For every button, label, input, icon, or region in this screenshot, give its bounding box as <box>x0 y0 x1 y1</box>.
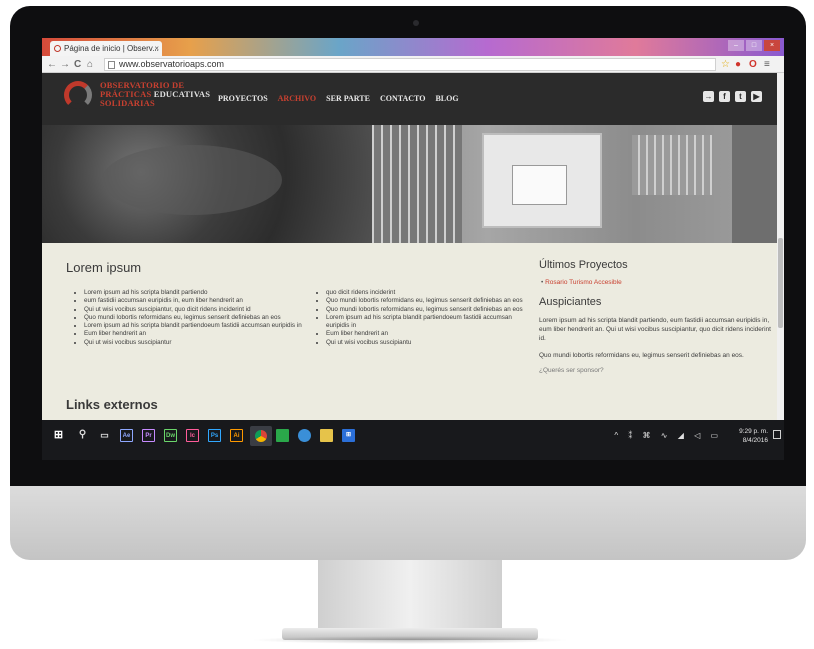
home-button[interactable]: ⌂ <box>87 57 93 72</box>
stage: Página de inicio | Observ... × – □ × ← →… <box>0 0 814 649</box>
system-tray[interactable]: ^ ⁑ ⌘ ∿ ◢ ◁ ▭ <box>614 431 722 440</box>
notifications-icon[interactable] <box>773 430 781 439</box>
minimize-button[interactable]: – <box>728 40 744 51</box>
close-window-button[interactable]: × <box>764 40 780 51</box>
content-list-right: quo dicit ridens inciderint Quo mundi lo… <box>318 289 530 347</box>
webcam <box>413 20 419 26</box>
list-item: Qui ut wisi vocibus suscipiantur, quo di… <box>84 306 304 314</box>
logo-icon[interactable] <box>64 81 92 109</box>
tab-title: Página de inicio | Observ... <box>64 44 159 53</box>
opera-icon[interactable]: O <box>749 58 757 71</box>
login-icon[interactable]: → <box>703 91 714 102</box>
reload-button[interactable]: C <box>74 57 81 72</box>
url-text: www.observatorioaps.com <box>119 59 225 69</box>
photoshop-icon[interactable]: Ps <box>208 429 221 442</box>
site-header: OBSERVATORIO DE PRÁCTICAS EDUCATIVAS SOL… <box>42 73 784 125</box>
projects-heading: Últimos Proyectos <box>539 259 628 271</box>
list-item: Quo mundi lobortis reformidans eu, legim… <box>84 314 304 322</box>
after-effects-icon[interactable]: Ae <box>120 429 133 442</box>
list-item: Eum liber hendrerit an <box>326 330 530 338</box>
browser-tab-strip: Página de inicio | Observ... × – □ × <box>42 38 784 56</box>
project-link[interactable]: Rosario Turismo Accesible <box>541 279 775 286</box>
premiere-icon[interactable]: Pr <box>142 429 155 442</box>
page-icon <box>108 61 115 69</box>
tab-close-icon[interactable]: × <box>154 41 159 56</box>
incopy-icon[interactable]: Ic <box>186 429 199 442</box>
main-content: Lorem ipsum Lorem ipsum ad his scripta b… <box>42 243 777 420</box>
extension-icon[interactable]: ● <box>735 58 741 71</box>
clock-date: 8/4/2016 <box>742 437 768 444</box>
facebook-icon[interactable]: f <box>719 91 730 102</box>
list-item: Lorem ipsum ad his scripta blandit parti… <box>84 289 304 297</box>
list-item: eum fastidii accumsan euripidis in, eum … <box>84 297 304 305</box>
youtube-icon[interactable]: ▶ <box>751 91 762 102</box>
sponsors-heading: Auspiciantes <box>539 296 602 308</box>
list-item: Eum liber hendrerit an <box>84 330 304 338</box>
monitor-chin <box>10 486 806 560</box>
back-button[interactable]: ← <box>47 57 57 72</box>
sidebar: Últimos Proyectos Rosario Turismo Accesi… <box>539 259 775 374</box>
logo-line-2b: EDUCATIVAS <box>153 89 211 99</box>
favicon-icon <box>54 45 61 52</box>
main-nav: PROYECTOS ARCHIVO SER PARTE CONTACTO BLO… <box>218 94 459 103</box>
hero-parking <box>632 135 712 195</box>
app-icon[interactable] <box>298 429 311 442</box>
list-item: Lorem ipsum ad his scripta blandit parti… <box>84 322 304 330</box>
social-links: → f t ▶ <box>703 91 762 102</box>
maximize-button[interactable]: □ <box>746 40 762 51</box>
chrome-active-slot[interactable] <box>250 426 272 446</box>
hero-tracks <box>372 125 462 243</box>
sponsors-text-1: Lorem ipsum ad his scripta blandit parti… <box>539 317 771 342</box>
page-scrollbar[interactable] <box>777 73 784 460</box>
chrome-icon <box>255 430 267 442</box>
links-heading: Links externos <box>66 397 158 412</box>
sponsor-link[interactable]: ¿Querés ser sponsor? <box>539 367 775 374</box>
logo-line-3: SOLIDARIAS <box>100 98 155 108</box>
list-item: Qui ut wisi vocibus suscipiantu <box>326 339 530 347</box>
nav-contacto[interactable]: CONTACTO <box>380 94 426 103</box>
list-item: Qui ut wisi vocibus suscipiantur <box>84 339 304 347</box>
windows-taskbar: ⊞ ⚲ ▭ Ae Pr Dw Ic Ps Ai ⊞ ^ ⁑ ⌘ ∿ ◢ ◁ ▭ … <box>42 420 784 460</box>
list-item: Quo mundi lobortis reformidans eu, legim… <box>326 306 530 314</box>
dreamweaver-icon[interactable]: Dw <box>164 429 177 442</box>
sponsors-text-2: Quo mundi lobortis reformidans eu, legim… <box>539 352 744 359</box>
nav-blog[interactable]: BLOG <box>435 94 458 103</box>
file-explorer-icon[interactable] <box>320 429 333 442</box>
illustrator-icon[interactable]: Ai <box>230 429 243 442</box>
hero-field-patch <box>102 145 282 215</box>
site-logo-text[interactable]: OBSERVATORIO DE PRÁCTICAS EDUCATIVAS SOL… <box>100 81 210 108</box>
hero-aerial-image <box>42 125 784 243</box>
app-icon[interactable] <box>276 429 289 442</box>
hero-roof <box>512 165 567 205</box>
task-view-icon[interactable]: ▭ <box>98 429 111 442</box>
browser-toolbar: ← → C ⌂ www.observatorioaps.com ☆ ● O ≡ <box>42 56 784 73</box>
stand-shadow <box>250 636 570 644</box>
bookmark-star-icon[interactable]: ☆ <box>721 58 730 71</box>
nav-proyectos[interactable]: PROYECTOS <box>218 94 268 103</box>
windows-start-icon[interactable]: ⊞ <box>52 429 65 442</box>
browser-tab[interactable]: Página de inicio | Observ... × <box>50 41 162 56</box>
monitor-stand-neck <box>318 560 502 632</box>
nav-archivo[interactable]: ARCHIVO <box>278 94 317 103</box>
nav-ser-parte[interactable]: SER PARTE <box>326 94 370 103</box>
content-list-left: Lorem ipsum ad his scripta blandit parti… <box>76 289 304 347</box>
taskbar-clock[interactable]: 9:29 p. m. 8/4/2016 <box>739 427 768 445</box>
window-controls: – □ × <box>728 40 780 51</box>
list-item: Lorem ipsum ad his scripta blandit parti… <box>326 314 530 331</box>
list-item: Quo mundi lobortis reformidans eu, legim… <box>326 297 530 305</box>
search-icon[interactable]: ⚲ <box>76 429 89 442</box>
screen: Página de inicio | Observ... × – □ × ← →… <box>42 38 784 460</box>
forward-button[interactable]: → <box>60 57 70 72</box>
address-bar[interactable]: www.observatorioaps.com <box>104 58 716 71</box>
browser-menu-icon[interactable]: ≡ <box>764 58 770 71</box>
store-icon[interactable]: ⊞ <box>342 429 355 442</box>
content-heading: Lorem ipsum <box>66 260 142 275</box>
scrollbar-thumb[interactable] <box>778 238 783 328</box>
twitter-icon[interactable]: t <box>735 91 746 102</box>
clock-time: 9:29 p. m. <box>739 428 768 435</box>
list-item: quo dicit ridens inciderint <box>326 289 530 297</box>
